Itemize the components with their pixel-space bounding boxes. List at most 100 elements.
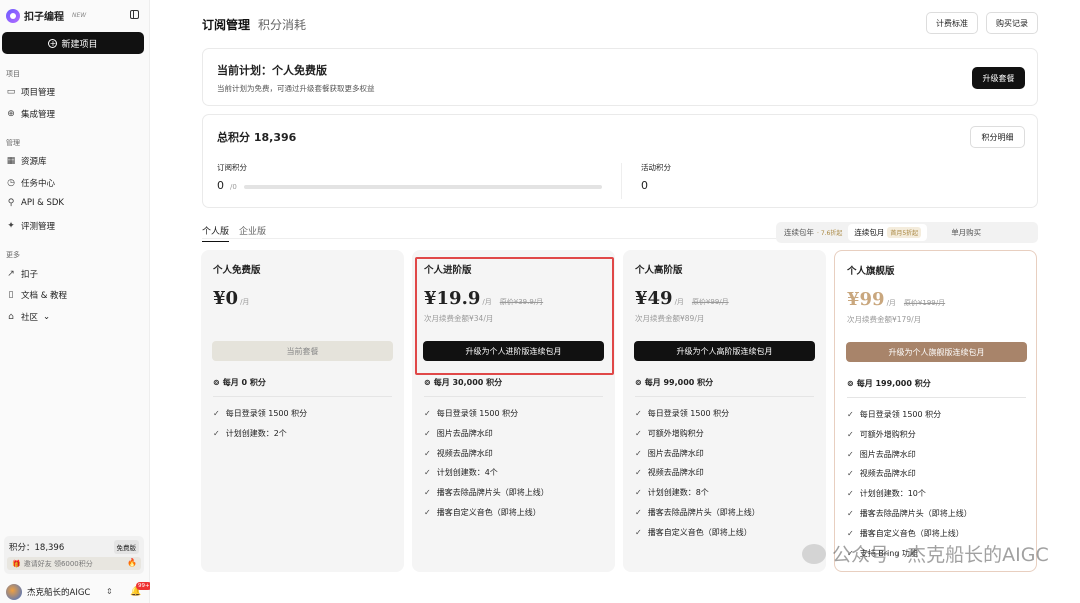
check-icon: ✓	[424, 448, 431, 458]
upgrade-plan-button[interactable]: 升级套餐	[972, 67, 1025, 89]
invite-banner[interactable]: 🎁 邀请好友 领6000积分 🔥	[7, 557, 141, 570]
subscription-points-bar	[244, 185, 602, 189]
tier-monthly-points-label: 每月 99,000 积分	[644, 378, 714, 387]
feature-item: ✓ 播客自定义音色（即将上线）	[847, 528, 964, 539]
check-icon: ✓	[635, 488, 642, 498]
tab-points-usage[interactable]: 积分消耗	[258, 16, 306, 33]
clock-icon: ◷	[7, 178, 15, 188]
feature-text: 视频去品牌水印	[859, 469, 916, 479]
invite-text: 邀请好友 领6000积分	[23, 559, 93, 568]
sidebar-item-label: 任务中心	[21, 179, 56, 189]
sidebar-item-api[interactable]: ⚲ API & SDK	[6, 198, 64, 208]
coins-icon: ⊚	[213, 378, 220, 387]
check-icon: ✓	[635, 468, 642, 478]
tier-monthly-points-label: 每月 199,000 积分	[856, 379, 931, 388]
coins-icon: ⊚	[847, 379, 854, 388]
coins-icon: ⊚	[635, 378, 642, 387]
tab-label: 单月购买	[951, 228, 982, 237]
activity-points-value: 0	[641, 179, 648, 192]
subscription-points-denom: /0	[230, 183, 237, 191]
tier-card-flagship: 个人旗舰版 ¥99/月 原价¥199/月 次月续费金额¥179/月 升级为个人旗舰…	[834, 250, 1037, 572]
billing-standard-button[interactable]: 计费标准	[926, 12, 978, 34]
billing-period-tabs: 连续包年 · 7.6折起 连续包月 首月5折起 单月购买	[776, 222, 1038, 243]
feature-item: ✓ 视频去品牌水印	[847, 468, 916, 479]
points-detail-button[interactable]: 积分明细	[970, 126, 1025, 148]
tier-price: ¥49/月 原价¥99/月	[635, 288, 729, 309]
current-plan-card: 当前计划：个人免费版 当前计划为免费，可通过升级套餐获取更多权益 升级套餐	[202, 48, 1038, 106]
check-icon: ✓	[424, 508, 431, 517]
tier-card-pro: 个人高阶版 ¥49/月 原价¥99/月 次月续费金额¥89/月 升级为个人高阶版连…	[623, 250, 826, 572]
feature-item: ✓ 视频去品牌水印	[424, 448, 493, 459]
activity-points-label: 活动积分	[641, 163, 671, 172]
sidebar: 扣子编程 NEW + 新建项目 项目 ▭ 项目管理 ⊕ 集成管理 管理 ▦ 资源…	[0, 0, 152, 603]
main-content: 订阅管理 积分消耗 计费标准 购买记录 当前计划：个人免费版 当前计划为免费，可…	[150, 0, 1080, 603]
upgrade-flagship-button[interactable]: 升级为个人旗舰版连续包月	[846, 342, 1027, 362]
gift-icon: 🎁	[12, 559, 21, 568]
price-unit: /月	[240, 298, 250, 306]
tab-single-month[interactable]: 单月购买	[945, 224, 987, 241]
new-badge: NEW	[72, 12, 87, 19]
sidebar-toggle-icon[interactable]	[130, 10, 139, 19]
feature-item: ✓ 播客自定义音色（即将上线）	[424, 507, 541, 518]
upgrade-pro-button[interactable]: 升级为个人高阶版连续包月	[634, 341, 815, 361]
divider	[847, 397, 1026, 398]
tier-monthly-points: ⊚ 每月 0 积分	[213, 377, 266, 388]
chevron-up-down-icon[interactable]: ⇕	[106, 587, 113, 596]
check-icon: ✓	[424, 428, 431, 438]
tab-monthly[interactable]: 连续包月 首月5折起	[848, 224, 928, 241]
tab-personal[interactable]: 个人版	[202, 224, 230, 242]
check-icon: ✓	[847, 528, 854, 538]
original-price: 原价¥199/月	[903, 299, 946, 307]
logo-icon	[6, 8, 20, 23]
divider	[621, 163, 622, 199]
tab-label: 连续包月	[854, 228, 885, 237]
watermark-text: 公众号 · 杰克船长的AIGC	[832, 544, 1049, 566]
sidebar-item-tasks[interactable]: ◷ 任务中心	[6, 177, 55, 189]
feature-item: ✓ 图片去品牌水印	[635, 448, 704, 459]
current-plan-desc: 当前计划为免费，可通过升级套餐获取更多权益	[217, 84, 375, 93]
points-summary[interactable]: 积分：18,396 免费版 🎁 邀请好友 领6000积分 🔥	[4, 536, 144, 574]
feature-item: ✓ 可额外增购积分	[635, 428, 704, 439]
user-name: 杰克船长的AIGC	[27, 588, 91, 598]
sidebar-item-project-management[interactable]: ▭ 项目管理	[6, 86, 55, 98]
feature-text: 图片去品牌水印	[436, 428, 493, 438]
feature-text: 计划创建数：4个	[436, 468, 498, 478]
sidebar-item-community[interactable]: ⌂ 社区 ⌄	[6, 311, 50, 323]
feature-item: ✓ 图片去品牌水印	[847, 449, 916, 460]
check-icon: ✓	[847, 509, 854, 518]
renewal-price: 次月续费金额¥179/月	[847, 315, 922, 324]
sidebar-item-coze[interactable]: ↗ 扣子	[6, 268, 38, 280]
feature-text: 图片去品牌水印	[647, 448, 704, 458]
tab-yearly[interactable]: 连续包年 · 7.6折起	[778, 224, 848, 241]
folder-icon: ▭	[6, 87, 16, 97]
user-menu[interactable]: 杰克船长的AIGC	[6, 584, 90, 600]
sidebar-item-resources[interactable]: ▦ 资源库	[6, 155, 47, 167]
tier-name: 个人高阶版	[635, 265, 683, 276]
check-icon: ✓	[424, 468, 431, 478]
wechat-icon	[802, 543, 826, 564]
feature-item: ✓ 播客去除品牌片头（即将上线）	[424, 487, 549, 498]
tab-subscription[interactable]: 订阅管理	[202, 16, 250, 33]
feature-text: 计划创建数：2个	[225, 428, 287, 438]
coins-icon: ⊚	[424, 378, 431, 387]
feature-text: 计划创建数：10个	[859, 489, 926, 499]
feature-text: 播客去除品牌片头（即将上线）	[436, 488, 549, 498]
tab-enterprise[interactable]: 企业版	[239, 224, 266, 242]
feature-item: ✓ 图片去品牌水印	[424, 428, 493, 439]
check-icon: ✓	[635, 448, 642, 458]
logo[interactable]: 扣子编程 NEW	[6, 8, 86, 23]
feature-text: 播客去除品牌片头（即将上线）	[647, 508, 760, 517]
price-unit: /月	[886, 299, 896, 307]
evaluation-icon: ✦	[7, 221, 15, 231]
check-icon: ✓	[635, 409, 642, 418]
sidebar-item-docs[interactable]: ▯ 文档 & 教程	[6, 289, 68, 301]
section-title-more: 更多	[6, 251, 20, 259]
sidebar-item-evaluation[interactable]: ✦ 评测管理	[6, 220, 55, 232]
purchase-record-button[interactable]: 购买记录	[986, 12, 1038, 34]
sidebar-item-integration[interactable]: ⊕ 集成管理	[6, 108, 55, 120]
feature-item: ✓ 每日登录领 1500 积分	[847, 409, 941, 420]
new-project-button[interactable]: + 新建项目	[2, 32, 144, 54]
discount-tag: 首月5折起	[887, 227, 922, 238]
renewal-price: 次月续费金额¥89/月	[635, 314, 705, 323]
sidebar-points: 积分：18,396	[9, 543, 65, 553]
